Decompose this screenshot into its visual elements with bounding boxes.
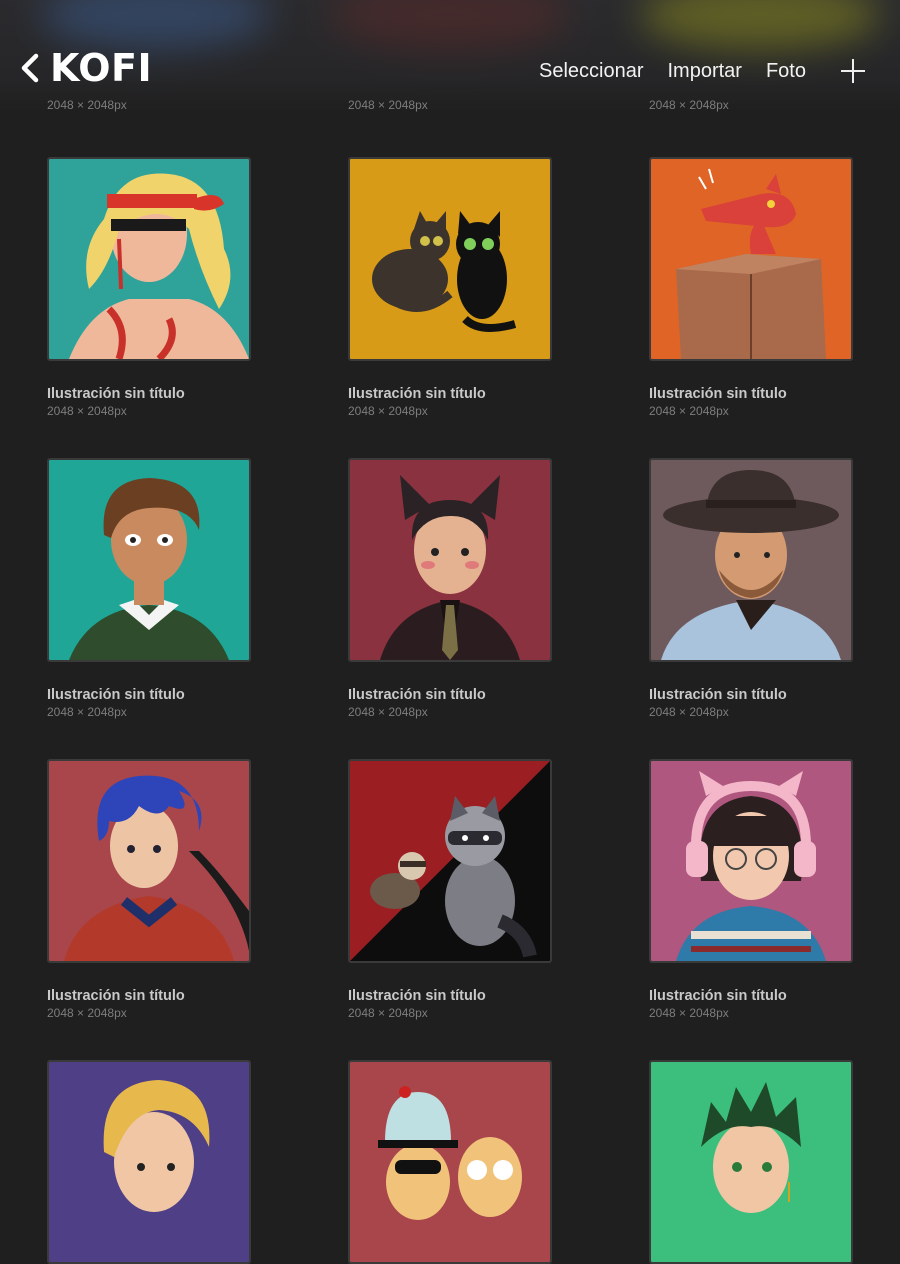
artwork-card[interactable]: Ilustración sin título 2048 × 2048px [348,458,552,719]
artwork-card[interactable] [47,1060,251,1264]
artwork-dimensions: 2048 × 2048px [348,705,428,719]
artwork-thumbnail[interactable] [348,458,552,662]
artwork-dimensions: 2048 × 2048px [649,1006,729,1020]
blurred-thumbnail-glow [640,0,880,50]
portrait-brown-hair-illustration [49,460,249,660]
artwork-dimensions: 2048 × 2048px [348,98,428,112]
artwork-dimensions: 2048 × 2048px [348,1006,428,1020]
artwork-card[interactable]: Ilustración sin título 2048 × 2048px [649,157,853,418]
artwork-title: Ilustración sin título [649,386,787,402]
artwork-card[interactable] [348,1060,552,1264]
artwork-card[interactable]: Ilustración sin título 2048 × 2048px [348,759,552,1020]
artwork-dimensions: 2048 × 2048px [47,404,127,418]
artwork-dimensions: 2048 × 2048px [649,705,729,719]
artwork-thumbnail[interactable] [348,1060,552,1264]
portrait-cat-ears-suit-illustration [350,460,550,660]
two-cats-illustration [350,159,550,359]
artwork-dimensions: 2048 × 2048px [47,1006,127,1020]
import-button[interactable]: Importar [668,60,742,83]
two-characters-hat-illustration [350,1062,550,1262]
portrait-bandana-illustration [49,159,249,359]
artwork-thumbnail[interactable] [649,1060,853,1264]
artwork-dimensions: 2048 × 2048px [47,98,127,112]
artwork-card[interactable]: Ilustración sin título 2048 × 2048px [47,458,251,719]
artwork-thumbnail[interactable] [348,157,552,361]
artwork-thumbnail[interactable] [47,759,251,963]
portrait-blue-hair-illustration [49,761,249,961]
artwork-card[interactable]: Ilustración sin título 2048 × 2048px [649,458,853,719]
artwork-thumbnail[interactable] [47,157,251,361]
portrait-green-hair-illustration [651,1062,851,1262]
top-navigation-bar: KOFI Seleccionar Importar Foto [0,0,900,112]
artwork-dimensions: 2048 × 2048px [348,404,428,418]
artwork-dimensions: 2048 × 2048px [649,98,729,112]
portrait-blonde-illustration [49,1062,249,1262]
artwork-dimensions: 2048 × 2048px [649,404,729,418]
artwork-card[interactable]: Ilustración sin título 2048 × 2048px [649,759,853,1020]
dragon-box-illustration [651,159,851,359]
artwork-card[interactable] [649,1060,853,1264]
artwork-thumbnail[interactable] [649,458,853,662]
artwork-title: Ilustración sin título [348,687,486,703]
artwork-title: Ilustración sin título [348,988,486,1004]
portrait-headphones-illustration [651,761,851,961]
artwork-thumbnail[interactable] [47,458,251,662]
select-button[interactable]: Seleccionar [539,60,644,83]
photo-button[interactable]: Foto [766,60,806,83]
ferret-raccoon-illustration [350,761,550,961]
artwork-dimensions: 2048 × 2048px [47,705,127,719]
chevron-left-icon [21,53,39,83]
stack-title: KOFI [50,46,153,90]
artwork-thumbnail[interactable] [47,1060,251,1264]
back-button[interactable]: KOFI [16,46,152,90]
artwork-thumbnail[interactable] [348,759,552,963]
artwork-title: Ilustración sin título [47,988,185,1004]
artwork-thumbnail[interactable] [649,759,853,963]
artwork-card[interactable]: Ilustración sin título 2048 × 2048px [348,157,552,418]
artwork-title: Ilustración sin título [348,386,486,402]
artwork-title: Ilustración sin título [47,386,185,402]
artwork-card[interactable]: Ilustración sin título 2048 × 2048px [47,759,251,1020]
artwork-thumbnail[interactable] [649,157,853,361]
artwork-title: Ilustración sin título [47,687,185,703]
blurred-thumbnail-glow [40,0,270,50]
header-actions: Seleccionar Importar Foto [515,58,866,84]
artwork-title: Ilustración sin título [649,988,787,1004]
portrait-fedora-illustration [651,460,851,660]
artwork-card[interactable]: Ilustración sin título 2048 × 2048px [47,157,251,418]
plus-icon[interactable] [840,58,866,84]
blurred-thumbnail-glow [330,0,570,50]
artwork-title: Ilustración sin título [649,687,787,703]
